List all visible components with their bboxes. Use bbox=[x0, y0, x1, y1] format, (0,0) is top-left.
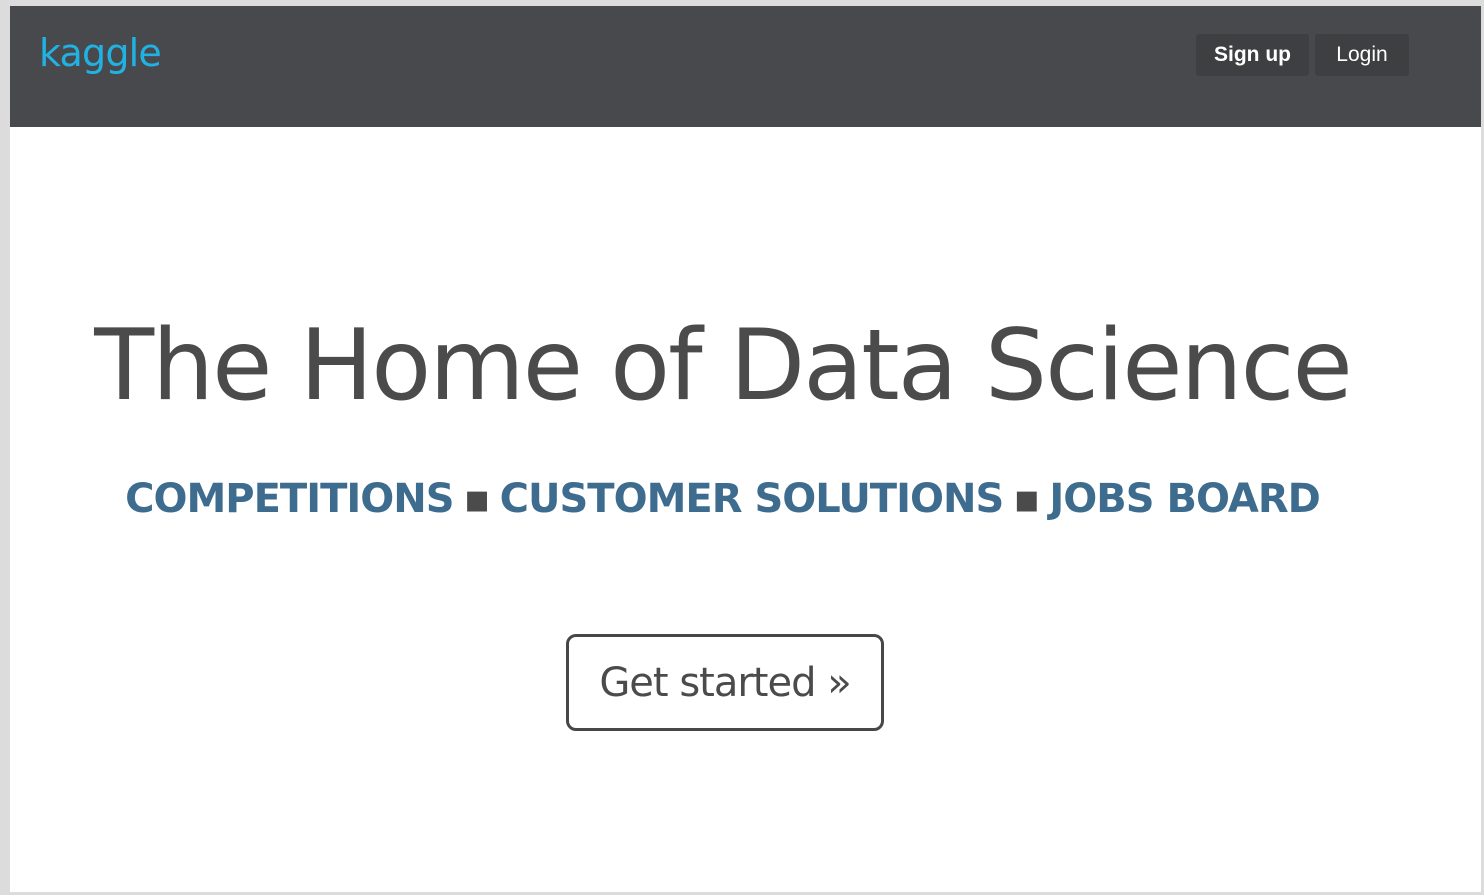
get-started-button[interactable]: Get started » bbox=[566, 634, 884, 731]
hero-title: The Home of Data Science bbox=[94, 309, 1353, 423]
jobs-board-link[interactable]: JOBS BOARD bbox=[1049, 476, 1320, 522]
signup-button[interactable]: Sign up bbox=[1196, 34, 1309, 76]
separator-dot: ▪ bbox=[1013, 476, 1040, 522]
auth-buttons: Sign up Login bbox=[1196, 34, 1409, 76]
kaggle-logo[interactable]: kaggle bbox=[39, 29, 162, 77]
separator-dot: ▪ bbox=[463, 476, 491, 522]
hero-links: COMPETITIONS ▪ CUSTOMER SOLUTIONS ▪ JOBS BOA… bbox=[10, 473, 1435, 525]
competitions-link[interactable]: COMPETITIONS bbox=[125, 476, 454, 522]
login-button[interactable]: Login bbox=[1315, 34, 1409, 76]
top-navbar: kaggle Sign up Login bbox=[10, 6, 1481, 127]
page: kaggle Sign up Login The Home of Data Sc… bbox=[10, 6, 1481, 892]
customer-solutions-link[interactable]: CUSTOMER SOLUTIONS bbox=[500, 476, 1005, 522]
